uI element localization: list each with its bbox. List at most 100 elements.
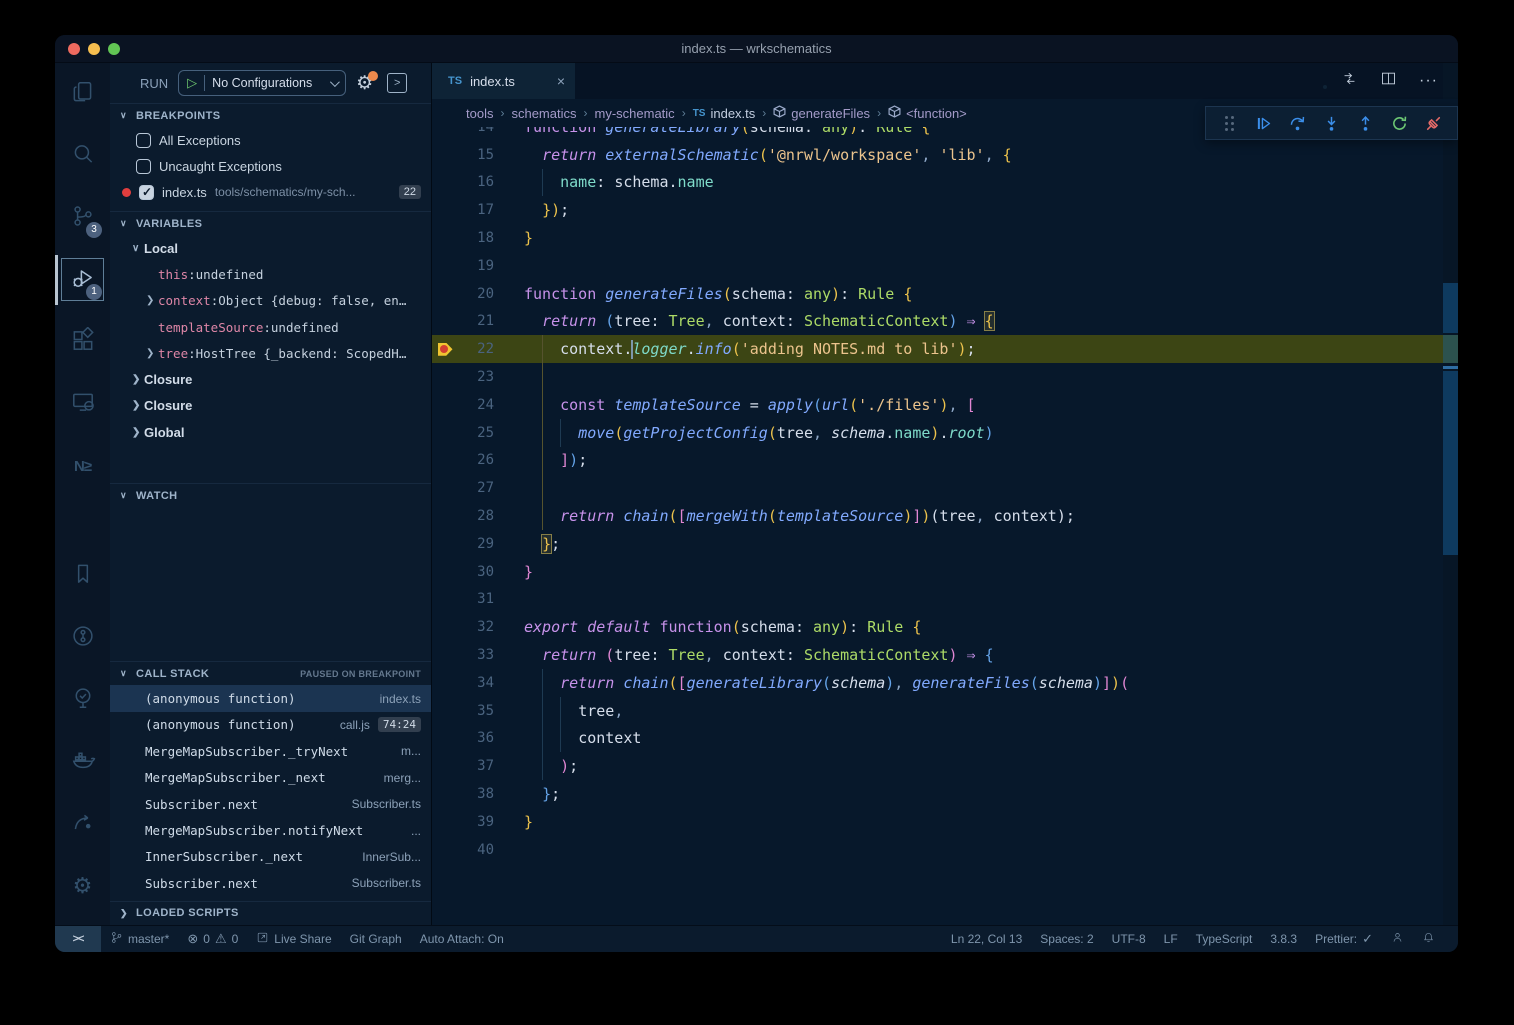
- status-item-notifications[interactable]: [1413, 926, 1444, 952]
- line-number[interactable]: 40: [458, 842, 494, 858]
- code-line[interactable]: 22 context.logger.info('adding NOTES.md …: [432, 335, 1443, 363]
- status-item-eol[interactable]: LF: [1155, 926, 1187, 952]
- line-number[interactable]: 16: [458, 174, 494, 190]
- breakpoint-row[interactable]: index.tstools/schematics/my-sch...22: [110, 179, 431, 205]
- breakpoint-row[interactable]: All Exceptions: [110, 127, 431, 153]
- code-line[interactable]: 32export default function(schema: any): …: [432, 613, 1443, 641]
- watch-section-header[interactable]: ∨ WATCH: [110, 483, 431, 507]
- code-line[interactable]: 35 tree,: [432, 697, 1443, 725]
- line-number[interactable]: 37: [458, 758, 494, 774]
- tab-index-ts[interactable]: TS index.ts ×: [432, 63, 575, 99]
- line-number[interactable]: 21: [458, 313, 494, 329]
- breakpoint-checkbox[interactable]: [136, 133, 151, 148]
- status-item-encoding[interactable]: UTF-8: [1103, 926, 1155, 952]
- editor-action-more-actions-button[interactable]: ···: [1419, 72, 1438, 90]
- close-tab-icon[interactable]: ×: [557, 73, 565, 89]
- code-line[interactable]: 34 return chain([generateLibrary(schema)…: [432, 669, 1443, 697]
- line-number[interactable]: 25: [458, 425, 494, 441]
- line-number[interactable]: 17: [458, 202, 494, 218]
- line-number[interactable]: 30: [458, 564, 494, 580]
- variable-scope-row[interactable]: ❯Global: [110, 419, 431, 445]
- code-line[interactable]: 20function generateFiles(schema: any): R…: [432, 280, 1443, 308]
- disconnect-button[interactable]: [1421, 110, 1447, 136]
- overview-ruler-scrollbar[interactable]: [1443, 63, 1458, 925]
- breakpoint-checkbox[interactable]: [139, 185, 154, 200]
- status-item-indentation[interactable]: Spaces: 2: [1031, 926, 1102, 952]
- activity-item-settings[interactable]: ⚙: [55, 855, 110, 917]
- status-item-prettier[interactable]: Prettier:✓: [1306, 926, 1382, 952]
- code-line[interactable]: 27: [432, 474, 1443, 502]
- continue-button[interactable]: [1250, 110, 1276, 136]
- status-item-git-branch[interactable]: master*: [101, 926, 178, 952]
- code-line[interactable]: 31: [432, 586, 1443, 614]
- code-line[interactable]: 21 return (tree: Tree, context: Schemati…: [432, 308, 1443, 336]
- debug-console-button[interactable]: >: [387, 73, 407, 93]
- line-number[interactable]: 34: [458, 675, 494, 691]
- status-item-git-graph[interactable]: Git Graph: [341, 926, 411, 952]
- code-line[interactable]: 18}: [432, 224, 1443, 252]
- breadcrumb-item[interactable]: my-schematic: [595, 106, 675, 121]
- code-line[interactable]: 23: [432, 363, 1443, 391]
- call-stack-frame[interactable]: (anonymous function)call.js74:24: [110, 712, 431, 738]
- line-number[interactable]: 27: [458, 480, 494, 496]
- variable-row[interactable]: ❯tree: HostTree {_backend: ScopedH…: [110, 340, 431, 366]
- call-stack-frame[interactable]: Subscriber.nextSubscriber.ts: [110, 870, 431, 896]
- line-number[interactable]: 19: [458, 258, 494, 274]
- code-line[interactable]: 33 return (tree: Tree, context: Schemati…: [432, 641, 1443, 669]
- variable-row[interactable]: templateSource: undefined: [110, 314, 431, 340]
- code-line[interactable]: 17 });: [432, 196, 1443, 224]
- activity-item-gitlens[interactable]: [55, 607, 110, 669]
- status-item-live-share[interactable]: Live Share: [247, 926, 340, 952]
- line-number[interactable]: 35: [458, 703, 494, 719]
- activity-item-remote-explorer[interactable]: [55, 373, 110, 435]
- code-line[interactable]: 25 move(getProjectConfig(tree, schema.na…: [432, 419, 1443, 447]
- line-number[interactable]: 15: [458, 147, 494, 163]
- code-line[interactable]: 24 const templateSource = apply(url('./f…: [432, 391, 1443, 419]
- code-line[interactable]: 26 ]);: [432, 447, 1443, 475]
- code-line[interactable]: 40: [432, 836, 1443, 864]
- editor-action-open-changes-button[interactable]: [1341, 70, 1358, 92]
- activity-item-nx-console[interactable]: N≥: [55, 435, 110, 497]
- breadcrumb-item[interactable]: generateFiles: [773, 105, 870, 121]
- line-number[interactable]: 33: [458, 647, 494, 663]
- call-stack-frame[interactable]: Subscriber.nextSubscriber.ts: [110, 791, 431, 817]
- line-number[interactable]: 24: [458, 397, 494, 413]
- line-number[interactable]: 20: [458, 286, 494, 302]
- line-number[interactable]: 32: [458, 619, 494, 635]
- code-line[interactable]: 37 );: [432, 752, 1443, 780]
- variable-scope-row[interactable]: ❯Closure: [110, 366, 431, 392]
- activity-item-explorer[interactable]: [55, 63, 110, 125]
- activity-item-extensions[interactable]: [55, 311, 110, 373]
- breakpoint-row[interactable]: Uncaught Exceptions: [110, 153, 431, 179]
- restart-button[interactable]: [1387, 110, 1413, 136]
- status-item-feedback[interactable]: [1382, 926, 1413, 952]
- breakpoints-section-header[interactable]: ∨ BREAKPOINTS: [110, 103, 431, 127]
- activity-item-bookmarks[interactable]: [55, 545, 110, 607]
- code-area[interactable]: 14function generateLibrary(schema: any):…: [432, 113, 1443, 864]
- status-item-cursor-position[interactable]: Ln 22, Col 13: [942, 926, 1031, 952]
- step-into-button[interactable]: [1318, 110, 1344, 136]
- call-stack-frame[interactable]: MergeMapSubscriber._nextmerg...: [110, 765, 431, 791]
- activity-item-docker[interactable]: [55, 731, 110, 793]
- code-line[interactable]: 29 };: [432, 530, 1443, 558]
- code-line[interactable]: 30}: [432, 558, 1443, 586]
- code-line[interactable]: 36 context: [432, 725, 1443, 753]
- code-line[interactable]: 15 return externalSchematic('@nrwl/works…: [432, 141, 1443, 169]
- breadcrumb-item[interactable]: schematics: [511, 106, 576, 121]
- step-out-button[interactable]: [1353, 110, 1379, 136]
- code-line[interactable]: 38 };: [432, 780, 1443, 808]
- line-number[interactable]: 18: [458, 230, 494, 246]
- call-stack-frame[interactable]: MergeMapSubscriber._tryNextm...: [110, 738, 431, 764]
- line-number[interactable]: 38: [458, 786, 494, 802]
- breadcrumb-item[interactable]: tools: [466, 106, 493, 121]
- breadcrumb-item[interactable]: TSindex.ts: [693, 106, 756, 121]
- activity-item-deploy[interactable]: [55, 793, 110, 855]
- activity-item-testing[interactable]: [55, 669, 110, 731]
- status-item-auto-attach[interactable]: Auto Attach: On: [411, 926, 513, 952]
- line-number[interactable]: 29: [458, 536, 494, 552]
- variable-row[interactable]: this: undefined: [110, 261, 431, 287]
- line-number[interactable]: 39: [458, 814, 494, 830]
- variable-scope-row[interactable]: ∨Local: [110, 235, 431, 261]
- line-number[interactable]: 28: [458, 508, 494, 524]
- loaded-scripts-section-header[interactable]: ❯ LOADED SCRIPTS: [110, 901, 431, 925]
